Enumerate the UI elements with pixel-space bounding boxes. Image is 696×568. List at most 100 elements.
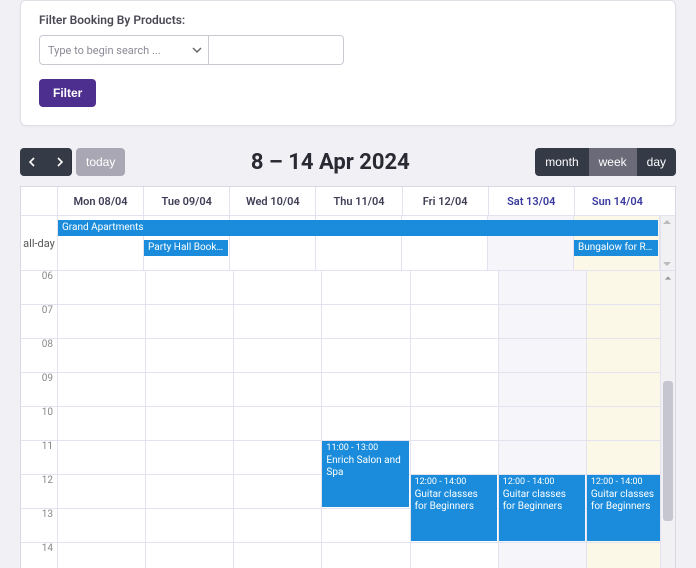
hour-label: 11 (21, 441, 57, 475)
day-header[interactable]: Thu 11/04 (316, 187, 402, 215)
time-slot[interactable] (411, 271, 498, 305)
view-month-button[interactable]: month (535, 148, 588, 176)
view-day-button[interactable]: day (637, 148, 676, 176)
time-slot[interactable] (58, 509, 145, 543)
time-slot[interactable] (58, 373, 145, 407)
allday-expand-down[interactable] (661, 258, 673, 270)
time-slot[interactable] (146, 475, 233, 509)
next-button[interactable] (46, 148, 72, 176)
allday-expand-up[interactable] (661, 216, 673, 228)
header-axis-spacer (21, 187, 58, 215)
scroll-up-button[interactable] (661, 271, 675, 285)
time-slot[interactable] (146, 407, 233, 441)
day-header[interactable]: Mon 08/04 (58, 187, 144, 215)
time-slot[interactable] (322, 373, 409, 407)
day-header[interactable]: Wed 10/04 (230, 187, 316, 215)
day-header[interactable]: Fri 12/04 (403, 187, 489, 215)
time-slot[interactable] (146, 271, 233, 305)
time-slot[interactable] (58, 543, 145, 568)
time-column[interactable] (146, 271, 234, 568)
time-slot[interactable] (58, 271, 145, 305)
view-switch: month week day (535, 148, 676, 176)
day-header-row: Mon 08/04Tue 09/04Wed 10/04Thu 11/04Fri … (21, 187, 675, 216)
allday-event[interactable]: Party Hall Booking (144, 240, 228, 256)
product-combobox[interactable]: Type to begin search ... (39, 35, 209, 65)
hour-label: 09 (21, 373, 57, 407)
time-slot[interactable] (322, 271, 409, 305)
time-slot[interactable] (58, 441, 145, 475)
time-slot[interactable] (499, 441, 586, 475)
time-slot[interactable] (146, 509, 233, 543)
product-tagbox[interactable] (209, 35, 344, 65)
time-slot[interactable] (411, 543, 498, 568)
time-slot[interactable] (499, 305, 586, 339)
time-slot[interactable] (234, 543, 321, 568)
time-slot[interactable] (322, 407, 409, 441)
time-slot[interactable] (146, 441, 233, 475)
hour-label: 10 (21, 407, 57, 441)
time-slot[interactable] (58, 475, 145, 509)
time-slot[interactable] (58, 339, 145, 373)
time-slot[interactable] (499, 339, 586, 373)
time-slot[interactable] (146, 373, 233, 407)
time-slot[interactable] (322, 339, 409, 373)
timed-event[interactable]: 11:00 - 13:00Enrich Salon and Spa (322, 441, 408, 507)
chevron-right-icon (54, 157, 64, 167)
time-grid[interactable]: 11:00 - 13:00Enrich Salon and Spa12:00 -… (58, 271, 675, 568)
allday-grid[interactable]: Grand Apartments Party Hall Booking Bungal… (58, 216, 660, 270)
time-slot[interactable] (499, 373, 586, 407)
event-time: 12:00 - 14:00 (591, 477, 669, 487)
hour-label: 13 (21, 509, 57, 543)
allday-row: all-day Grand Apartments Party Hall Booki… (21, 216, 675, 271)
time-column[interactable] (58, 271, 146, 568)
timed-event[interactable]: 12:00 - 14:00Guitar classes for Beginner… (411, 475, 497, 541)
time-slot[interactable] (499, 407, 586, 441)
day-header[interactable]: Sat 13/04 (489, 187, 575, 215)
event-title: Guitar classes for Beginners (415, 489, 478, 512)
time-slot[interactable] (146, 339, 233, 373)
view-week-button[interactable]: week (589, 148, 637, 176)
time-column[interactable] (322, 271, 410, 568)
time-slot[interactable] (411, 305, 498, 339)
day-header[interactable]: Tue 09/04 (144, 187, 230, 215)
time-axis: 060708091011121314 (21, 271, 58, 568)
time-slot[interactable] (411, 441, 498, 475)
time-slot[interactable] (234, 407, 321, 441)
time-slot[interactable] (234, 373, 321, 407)
prev-button[interactable] (20, 148, 46, 176)
scroll-thumb[interactable] (663, 381, 673, 521)
allday-label: all-day (21, 216, 58, 270)
time-slot[interactable] (411, 339, 498, 373)
time-slot[interactable] (234, 509, 321, 543)
event-title: Enrich Salon and Spa (326, 455, 400, 478)
time-slot[interactable] (499, 543, 586, 568)
time-slot[interactable] (146, 305, 233, 339)
time-slot[interactable] (58, 305, 145, 339)
time-slot[interactable] (234, 441, 321, 475)
today-button[interactable]: today (76, 148, 125, 176)
time-slot[interactable] (322, 543, 409, 568)
time-slot[interactable] (58, 407, 145, 441)
time-slot[interactable] (234, 339, 321, 373)
timed-event[interactable]: 12:00 - 14:00Guitar classes for Beginner… (499, 475, 585, 541)
vertical-scrollbar[interactable] (660, 271, 675, 568)
allday-event[interactable]: Grand Apartments (58, 220, 658, 236)
calendar-toolbar: today 8 – 14 Apr 2024 month week day (20, 148, 676, 176)
time-slot[interactable] (411, 407, 498, 441)
allday-event[interactable]: Bungalow for Rent (574, 240, 658, 256)
day-header[interactable]: Sun 14/04 (575, 187, 660, 215)
filter-button[interactable]: Filter (39, 79, 96, 107)
nav-group: today (20, 148, 125, 176)
time-slot[interactable] (411, 373, 498, 407)
triangle-down-icon (662, 259, 672, 269)
time-slot[interactable] (234, 305, 321, 339)
time-column[interactable] (234, 271, 322, 568)
time-slot[interactable] (322, 305, 409, 339)
time-slot[interactable] (499, 271, 586, 305)
time-slot[interactable] (234, 271, 321, 305)
time-grid-wrap: 060708091011121314 11:00 - 13:00Enrich S… (21, 271, 675, 568)
time-slot[interactable] (234, 475, 321, 509)
time-slot[interactable] (146, 543, 233, 568)
time-slot[interactable] (322, 509, 409, 543)
hour-label: 14 (21, 543, 57, 568)
